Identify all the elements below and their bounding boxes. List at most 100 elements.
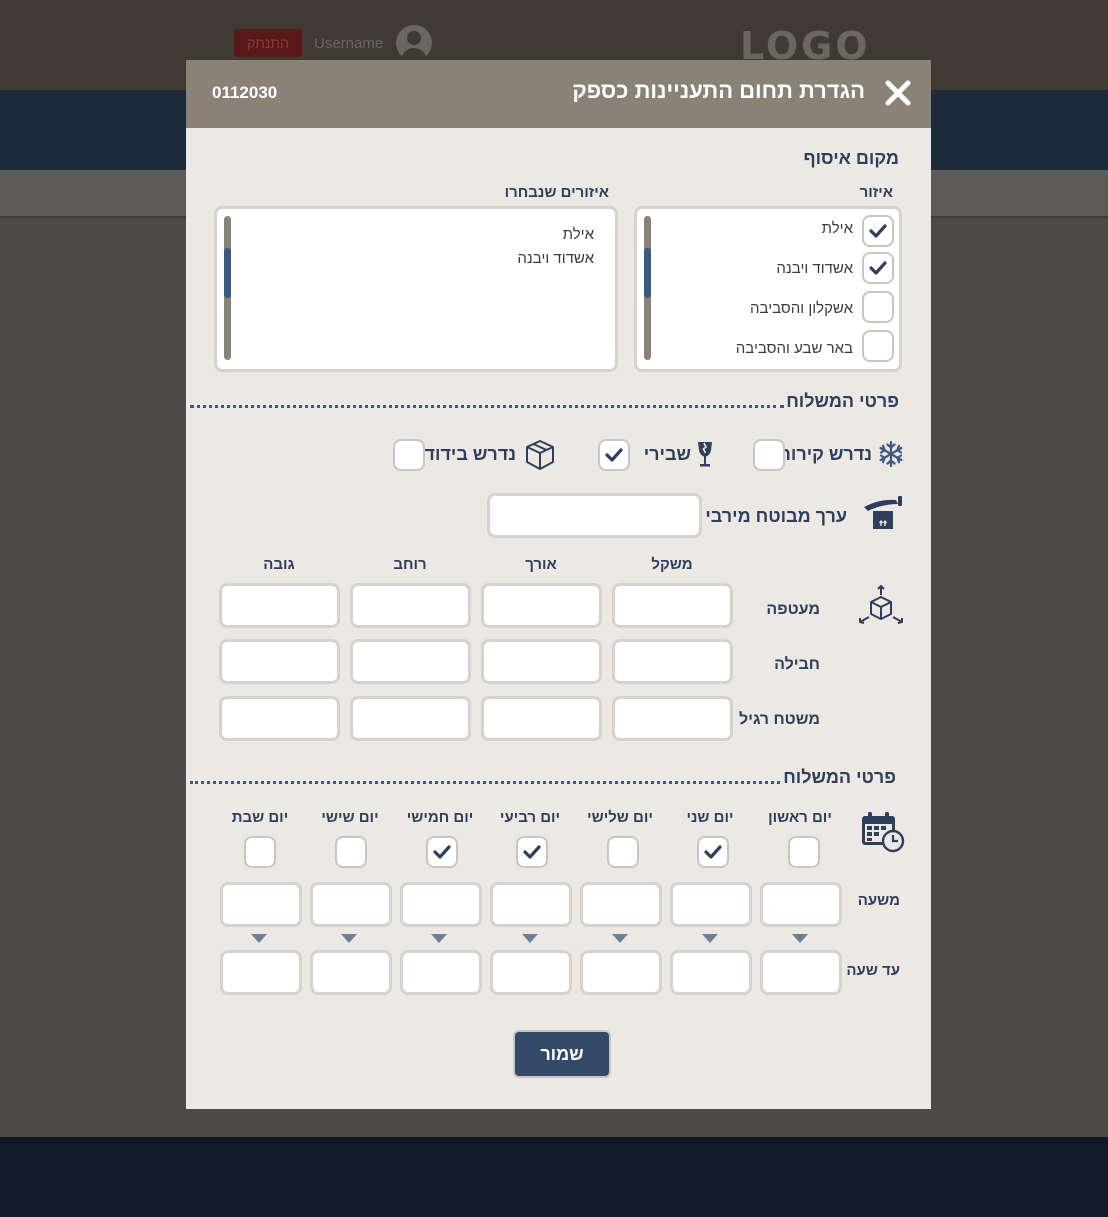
package-dimensions-icon <box>859 585 903 624</box>
selected-region-item: אילת <box>562 226 594 243</box>
envelope-width-input[interactable] <box>350 583 471 628</box>
region-list-label: איזור <box>859 184 893 201</box>
username-label: Username <box>314 35 384 52</box>
day-checkbox-wednesday[interactable] <box>516 836 548 868</box>
region-item-label: אשדוד ויבנה <box>776 260 853 277</box>
pallet-row-label: משטח רגיל <box>738 711 820 728</box>
from-hour-input-monday[interactable] <box>670 882 752 927</box>
checkmark-icon <box>433 845 451 859</box>
day-label-sunday: יום ראשון <box>768 809 832 826</box>
interest-settings-modal: 0112030 הגדרת תחום התעניינות כספק מקום א… <box>186 60 931 1109</box>
checkmark-icon <box>523 845 541 859</box>
insulation-required-label: נדרש בידוד <box>424 444 516 464</box>
to-hour-input-sunday[interactable] <box>760 950 842 995</box>
parcel-length-input[interactable] <box>481 639 602 684</box>
close-icon <box>885 80 911 106</box>
height-column-header: גובה <box>263 556 295 573</box>
avatar <box>396 25 432 61</box>
selected-list-scrollbar[interactable] <box>224 216 231 360</box>
region-list-scroll-thumb[interactable] <box>644 248 651 298</box>
day-checkbox-thursday[interactable] <box>426 836 458 868</box>
to-hour-input-saturday[interactable] <box>220 950 302 995</box>
from-hour-input-saturday[interactable] <box>220 882 302 927</box>
day-label-saturday: יום שבת <box>231 809 289 826</box>
region-item-label: אילת <box>821 220 853 237</box>
region-list[interactable]: אילת אשדוד ויבנה אשקלון והסביבה באר שבע … <box>634 206 902 372</box>
to-hour-input-wednesday[interactable] <box>490 950 572 995</box>
envelope-height-input[interactable] <box>219 583 340 628</box>
day-checkbox-tuesday[interactable] <box>607 836 639 868</box>
to-hour-input-friday[interactable] <box>310 950 392 995</box>
close-button[interactable] <box>883 76 913 110</box>
copy-down-arrow-sunday[interactable] <box>792 934 808 943</box>
parcel-row-label: חבילה <box>774 656 820 673</box>
fragile-label: שבירי <box>643 444 691 464</box>
copy-down-arrow-monday[interactable] <box>702 934 718 943</box>
day-checkbox-sunday[interactable] <box>788 836 820 868</box>
selected-list-scroll-thumb[interactable] <box>224 248 231 298</box>
copy-down-arrow-thursday[interactable] <box>431 934 447 943</box>
section-divider <box>190 405 784 408</box>
selected-regions-label: איזורים שנבחרו <box>504 184 609 201</box>
cooling-required-checkbox[interactable] <box>753 439 785 471</box>
logout-button[interactable]: התנתק <box>234 29 302 57</box>
width-column-header: רוחב <box>393 556 427 573</box>
day-label-friday: יום שישי <box>321 809 379 826</box>
checkmark-icon <box>869 224 887 238</box>
pallet-height-input[interactable] <box>219 696 340 741</box>
to-hour-input-monday[interactable] <box>670 950 752 995</box>
parcel-height-input[interactable] <box>219 639 340 684</box>
checkmark-icon <box>605 448 623 462</box>
from-hour-input-sunday[interactable] <box>760 882 842 927</box>
envelope-weight-input[interactable] <box>612 583 733 628</box>
region-item-label: באר שבע והסביבה <box>735 340 853 357</box>
envelope-length-input[interactable] <box>481 583 602 628</box>
selected-region-item: אשדוד ויבנה <box>517 250 594 267</box>
pallet-length-input[interactable] <box>481 696 602 741</box>
weight-column-header: משקל <box>651 556 693 573</box>
day-label-wednesday: יום רביעי <box>499 809 561 826</box>
copy-down-arrow-wednesday[interactable] <box>522 934 538 943</box>
save-button[interactable]: שמור <box>513 1030 611 1078</box>
max-insured-value-label: ערך מבוטח מירבי <box>705 506 847 526</box>
insulation-required-checkbox[interactable] <box>393 439 425 471</box>
envelope-row-label: מעטפה <box>766 601 820 618</box>
to-hour-input-tuesday[interactable] <box>580 950 662 995</box>
region-checkbox-eilat[interactable] <box>862 215 894 247</box>
copy-down-arrow-saturday[interactable] <box>251 934 267 943</box>
box-icon <box>526 440 554 470</box>
cooling-required-label: נדרש קירור <box>780 444 872 464</box>
from-hour-label: משעה <box>857 892 900 909</box>
pallet-width-input[interactable] <box>350 696 471 741</box>
page-footer <box>0 1137 1108 1217</box>
copy-down-arrow-tuesday[interactable] <box>612 934 628 943</box>
modal-header: 0112030 הגדרת תחום התעניינות כספק <box>186 60 931 128</box>
max-insured-value-input[interactable] <box>487 493 702 538</box>
to-hour-input-thursday[interactable] <box>400 950 482 995</box>
modal-title: הגדרת תחום התעניינות כספק <box>572 78 865 103</box>
region-checkbox-ashkelon[interactable] <box>862 291 894 323</box>
from-hour-input-tuesday[interactable] <box>580 882 662 927</box>
region-checkbox-beersheba[interactable] <box>862 330 894 362</box>
collection-section-title: מקום איסוף <box>803 148 899 168</box>
region-item-label: אשקלון והסביבה <box>750 300 853 317</box>
from-hour-input-wednesday[interactable] <box>490 882 572 927</box>
day-label-monday: יום שני <box>686 809 734 826</box>
day-checkbox-friday[interactable] <box>335 836 367 868</box>
from-hour-input-thursday[interactable] <box>400 882 482 927</box>
selected-regions-list[interactable]: אילת אשדוד ויבנה <box>214 206 618 372</box>
parcel-width-input[interactable] <box>350 639 471 684</box>
parcel-weight-input[interactable] <box>612 639 733 684</box>
day-checkbox-saturday[interactable] <box>244 836 276 868</box>
region-checkbox-ashdod[interactable] <box>862 252 894 284</box>
checkmark-icon <box>704 845 722 859</box>
length-column-header: אורך <box>525 556 557 573</box>
copy-down-arrow-friday[interactable] <box>341 934 357 943</box>
from-hour-input-friday[interactable] <box>310 882 392 927</box>
region-list-scrollbar[interactable] <box>644 216 651 360</box>
schedule-section-title: פרטי המשלוח <box>783 767 896 787</box>
day-label-tuesday: יום שלישי <box>587 809 653 826</box>
fragile-checkbox[interactable] <box>598 439 630 471</box>
pallet-weight-input[interactable] <box>612 696 733 741</box>
day-checkbox-monday[interactable] <box>697 836 729 868</box>
